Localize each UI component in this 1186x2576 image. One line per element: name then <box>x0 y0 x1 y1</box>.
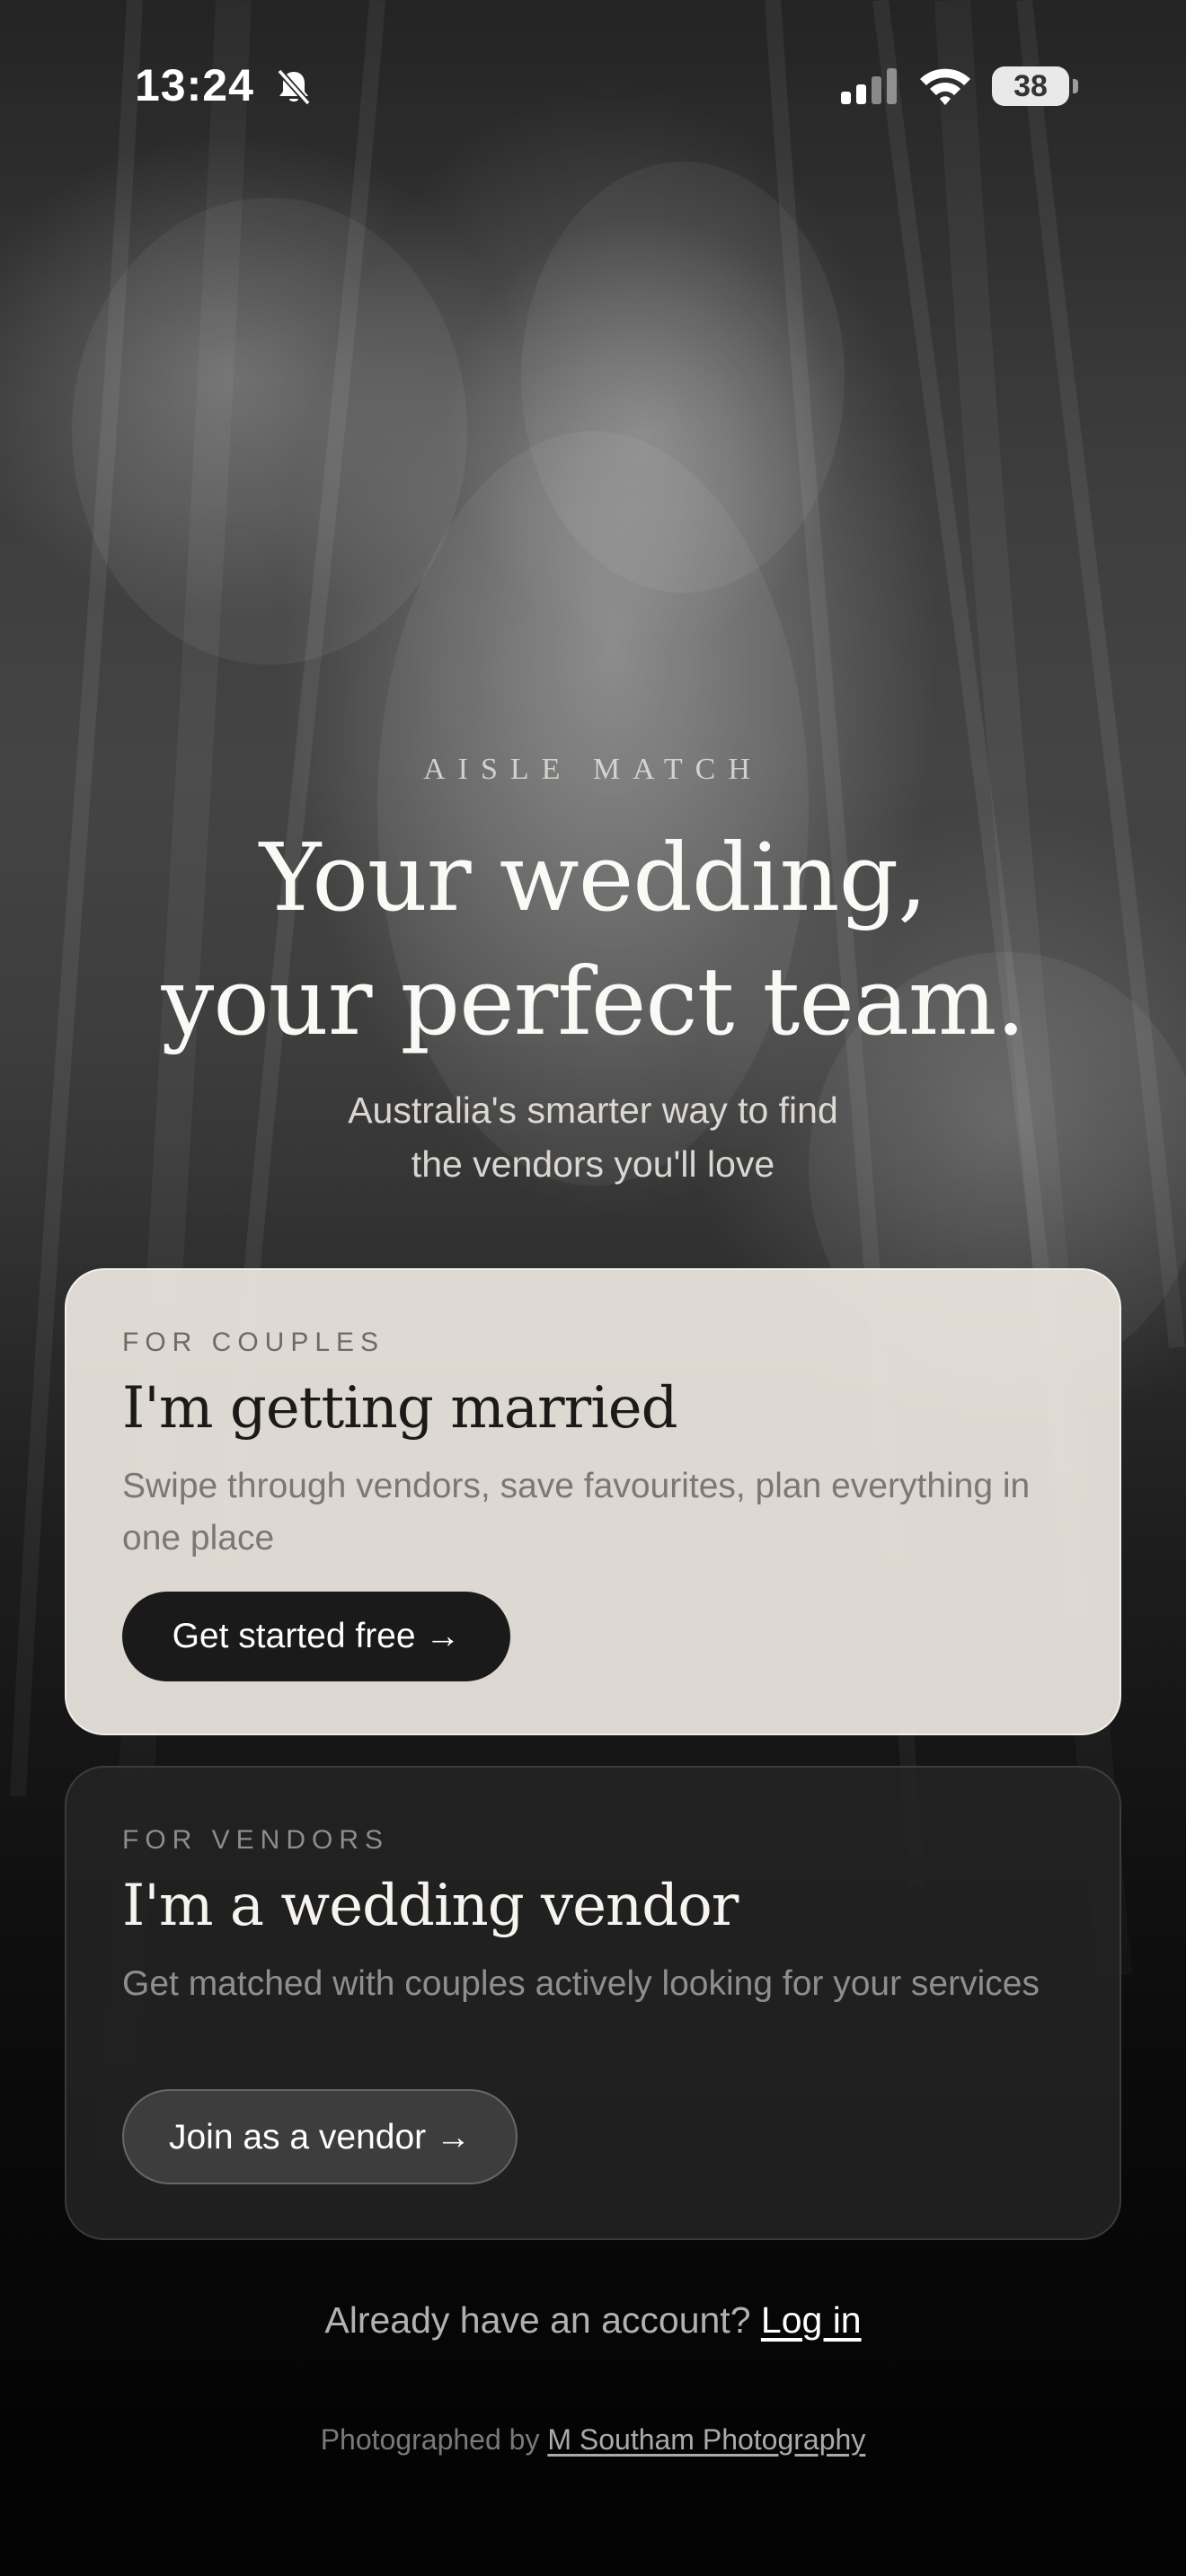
vendors-description: Get matched with couples actively lookin… <box>122 1964 1040 2003</box>
photo-credit: Photographed by M Southam Photography <box>0 2423 1186 2457</box>
credit-prefix: Photographed by <box>320 2423 548 2456</box>
login-link[interactable]: Log in <box>761 2299 862 2341</box>
couples-title: I'm getting married <box>122 1375 678 1442</box>
brand-name: AISLE MATCH <box>423 753 763 786</box>
headline-line-1: Your wedding, <box>259 823 928 932</box>
vendors-title: I'm a wedding vendor <box>122 1873 739 1939</box>
headline: Your wedding, your perfect team. <box>0 816 1186 1063</box>
photographer-link[interactable]: M Southam Photography <box>547 2423 865 2456</box>
headline-line-2: your perfect team. <box>161 947 1025 1056</box>
login-prompt: Already have an account? <box>324 2299 761 2341</box>
couples-card[interactable]: FOR COUPLES I'm getting married Swipe th… <box>65 1268 1121 1735</box>
subtitle-line-1: Australia's smarter way to find <box>348 1090 838 1131</box>
join-vendor-button[interactable]: Join as a vendor → <box>122 2089 518 2184</box>
wifi-icon <box>916 65 974 111</box>
bell-slash-icon <box>273 66 314 111</box>
subtitle: Australia's smarter way to find the vend… <box>0 1083 1186 1191</box>
get-started-button[interactable]: Get started free → <box>122 1592 510 1681</box>
couples-eyebrow: FOR COUPLES <box>122 1328 385 1357</box>
vendors-eyebrow: FOR VENDORS <box>122 1825 390 1855</box>
battery-tip <box>1073 79 1078 93</box>
battery-level: 38 <box>992 66 1069 106</box>
subtitle-line-2: the vendors you'll love <box>411 1143 775 1185</box>
couples-description: Swipe through vendors, save favourites, … <box>122 1467 1031 1557</box>
vendors-card[interactable]: FOR VENDORS I'm a wedding vendor Get mat… <box>65 1766 1121 2240</box>
cellular-signal-icon <box>839 66 900 110</box>
login-row: Already have an account? Log in <box>0 2299 1186 2342</box>
status-bar: 13:24 38 <box>0 54 1186 117</box>
status-time: 13:24 <box>135 60 254 110</box>
